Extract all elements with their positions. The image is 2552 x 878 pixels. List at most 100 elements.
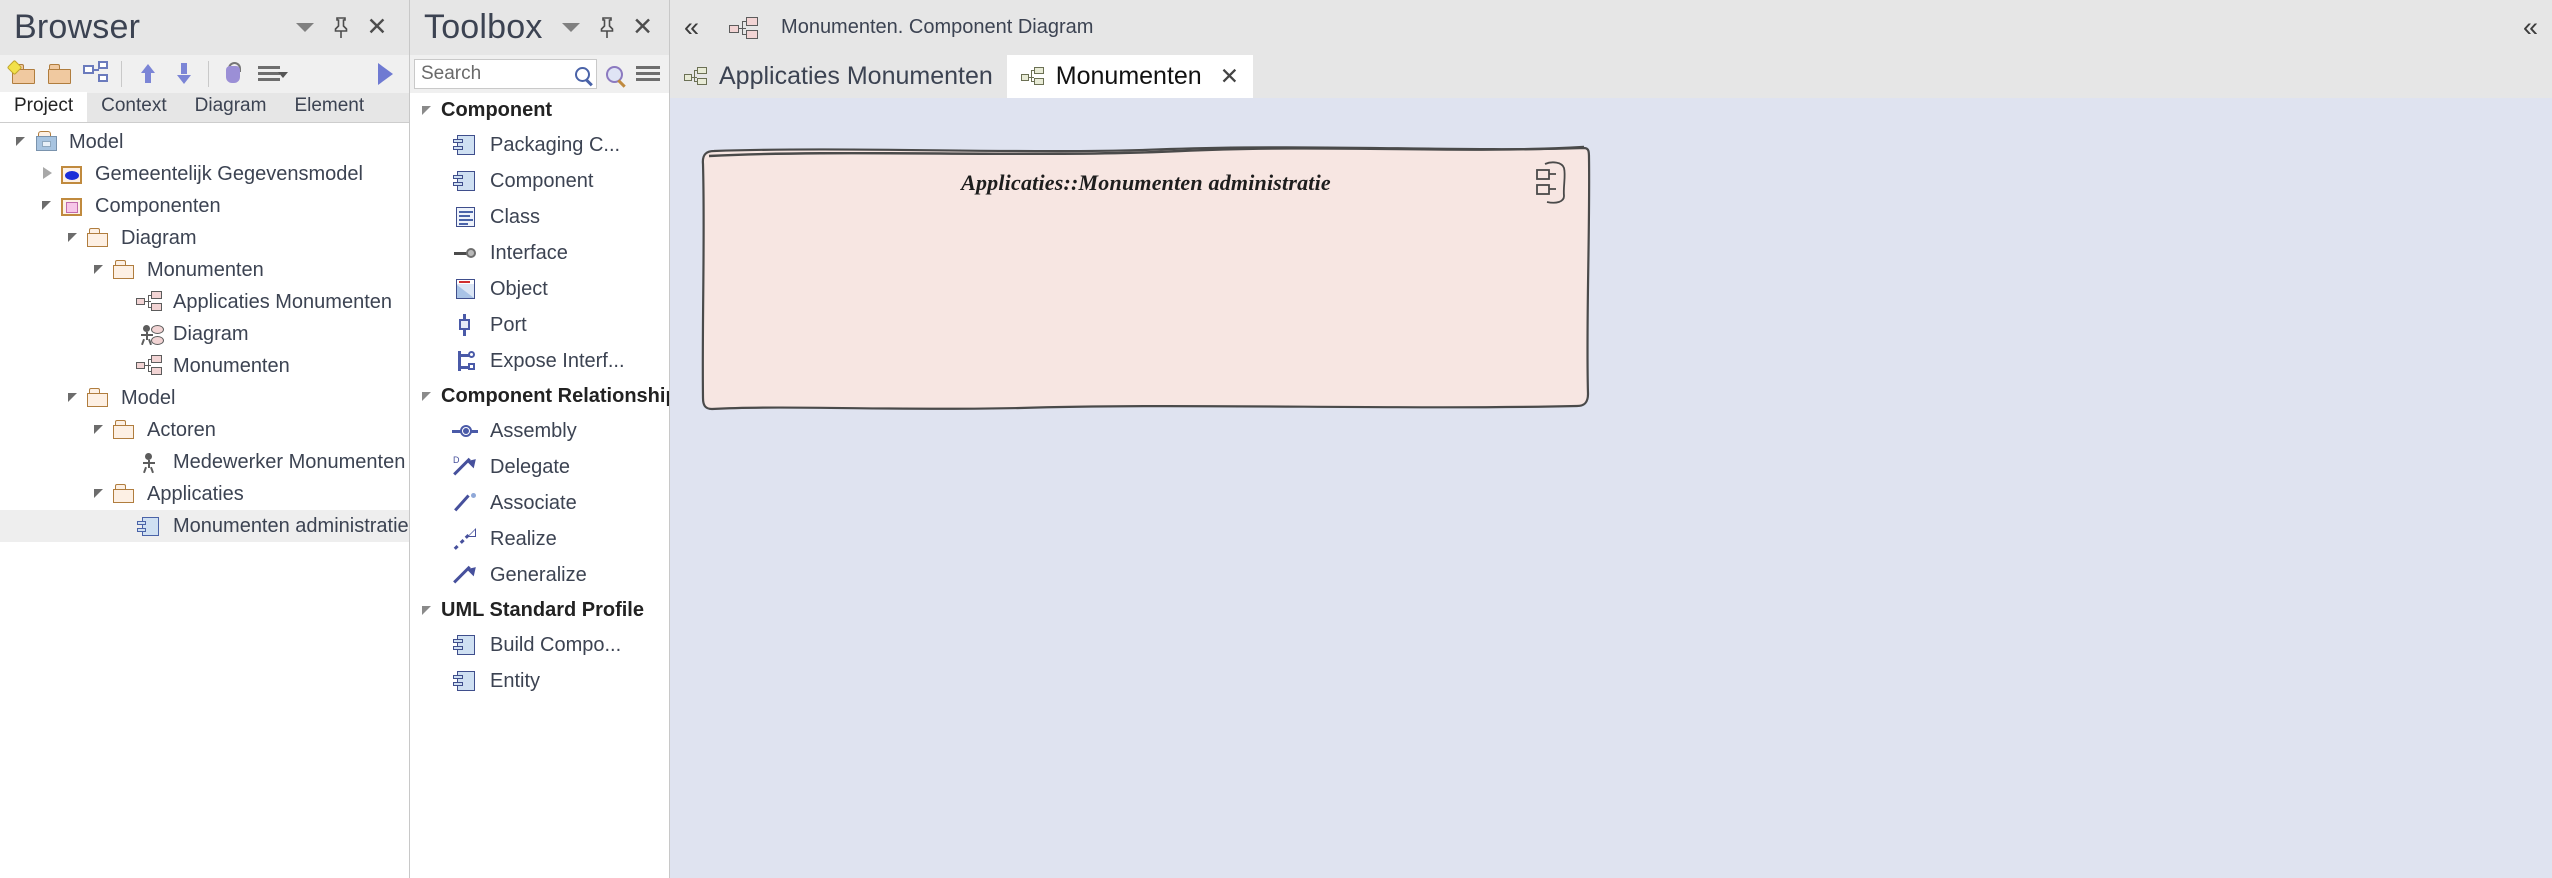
tree-item-diagram-folder[interactable]: Diagram bbox=[0, 222, 409, 254]
toolbox-item-class[interactable]: Class bbox=[410, 199, 669, 235]
toolbox-item-component[interactable]: Component bbox=[410, 163, 669, 199]
toolbox-item-label: Delegate bbox=[490, 456, 570, 479]
toolbox-item-delegate[interactable]: D Delegate bbox=[410, 449, 669, 485]
tree-item-gemeentelijk-gegevensmodel[interactable]: Gemeentelijk Gegevensmodel bbox=[0, 158, 409, 190]
toolbox-item-port[interactable]: Port bbox=[410, 307, 669, 343]
toolbox-item-realize[interactable]: Realize bbox=[410, 521, 669, 557]
move-down-icon[interactable] bbox=[168, 60, 198, 88]
toolbox-item-entity[interactable]: Entity bbox=[410, 663, 669, 699]
tree-item-label: Model bbox=[67, 131, 123, 154]
toolbox-item-packaging-component[interactable]: Packaging C... bbox=[410, 127, 669, 163]
diagram-canvas[interactable]: Applicaties::Monumenten administratie bbox=[670, 98, 2552, 878]
actor-head-shape bbox=[145, 453, 152, 460]
select-hand-icon[interactable] bbox=[219, 60, 249, 88]
tab-2 bbox=[453, 182, 463, 186]
tree-item-monumenten-administratie[interactable]: Monumenten administratie bbox=[0, 510, 409, 542]
menu-line-3 bbox=[258, 78, 280, 81]
open-folder-icon[interactable] bbox=[45, 60, 75, 88]
cd-link-4 bbox=[694, 81, 697, 82]
toolbox-menu-icon[interactable] bbox=[631, 59, 665, 89]
tree-item-model[interactable]: Model bbox=[0, 126, 409, 158]
browser-close-icon[interactable]: ✕ bbox=[359, 8, 395, 48]
inner-shape bbox=[42, 141, 51, 147]
move-up-icon[interactable] bbox=[132, 60, 162, 88]
tab-diagram[interactable]: Diagram bbox=[181, 92, 281, 122]
toolbox-item-associate[interactable]: Associate bbox=[410, 485, 669, 521]
cd-top-box bbox=[697, 67, 707, 74]
twisty-toggle[interactable] bbox=[12, 126, 32, 158]
play-triangle-shape bbox=[378, 63, 393, 85]
tab-2 bbox=[453, 146, 463, 150]
twisty-toggle[interactable] bbox=[90, 414, 110, 446]
toolbox-item-interface[interactable]: Interface bbox=[410, 235, 669, 271]
browser-pin-icon[interactable] bbox=[323, 8, 359, 48]
twisty-toggle[interactable] bbox=[38, 190, 58, 222]
hand-shape bbox=[226, 66, 240, 83]
chevron-expanded-icon bbox=[16, 137, 25, 146]
menu-lines-icon[interactable] bbox=[255, 60, 285, 88]
cd-bottom-box bbox=[697, 78, 707, 85]
tree-item-componenten[interactable]: Componenten bbox=[0, 190, 409, 222]
browser-dropdown-icon[interactable] bbox=[287, 8, 323, 48]
body-shape bbox=[457, 635, 475, 655]
toolbox-group-component-relationships[interactable]: Component Relationships bbox=[410, 379, 669, 413]
toolbox-dropdown-icon[interactable] bbox=[553, 8, 589, 48]
build-component-icon bbox=[452, 633, 478, 657]
tab-2 bbox=[453, 646, 463, 650]
tab-element[interactable]: Element bbox=[280, 92, 378, 122]
twisty-toggle[interactable] bbox=[64, 382, 84, 414]
toolbox-item-label: Entity bbox=[490, 670, 540, 693]
tab-project[interactable]: Project bbox=[0, 92, 87, 122]
toolbox-group-component[interactable]: Component bbox=[410, 93, 669, 127]
run-icon[interactable] bbox=[370, 60, 400, 88]
toolbox-item-assembly[interactable]: Assembly bbox=[410, 413, 669, 449]
tree-item-monumenten-diagram[interactable]: Monumenten bbox=[0, 350, 409, 382]
toolbox-item-label: Expose Interf... bbox=[490, 350, 625, 373]
stem-bottom bbox=[463, 330, 466, 336]
tree-item-actoren[interactable]: Actoren bbox=[0, 414, 409, 446]
toolbox-close-icon[interactable]: ✕ bbox=[625, 8, 661, 48]
twisty-toggle[interactable] bbox=[90, 254, 110, 286]
tab-monumenten[interactable]: Monumenten ✕ bbox=[1007, 55, 1253, 98]
tree-item-medewerker-monumenten[interactable]: Medewerker Monumenten bbox=[0, 446, 409, 478]
hier-link bbox=[94, 69, 99, 71]
toolbox-panel: Toolbox ✕ Search bbox=[410, 0, 670, 878]
close-glyph-icon: ✕ bbox=[632, 15, 653, 40]
toolbox-item-build-component[interactable]: Build Compo... bbox=[410, 627, 669, 663]
component-diagram-icon bbox=[729, 15, 759, 41]
collapse-right-icon[interactable]: « bbox=[2523, 14, 2538, 41]
search-input[interactable]: Search bbox=[414, 59, 597, 89]
toolbox-pin-icon[interactable] bbox=[589, 8, 625, 48]
tree-item-monumenten-folder[interactable]: Monumenten bbox=[0, 254, 409, 286]
magnifier-icon bbox=[606, 66, 623, 83]
associate-icon bbox=[452, 491, 478, 515]
toolbox-item-object[interactable]: Object bbox=[410, 271, 669, 307]
tree-item-diagram-usecase[interactable]: Diagram bbox=[0, 318, 409, 350]
toolbox-item-label: Object bbox=[490, 278, 548, 301]
cd-bottom-box bbox=[151, 367, 162, 375]
tab-close-icon[interactable]: ✕ bbox=[1220, 63, 1239, 90]
twisty-toggle[interactable] bbox=[90, 478, 110, 510]
collapse-left-icon[interactable]: « bbox=[684, 14, 699, 41]
tab-applicaties-monumenten[interactable]: Applicaties Monumenten bbox=[670, 55, 1007, 98]
pin-glyph-icon bbox=[597, 17, 617, 39]
tree-item-applicaties[interactable]: Applicaties bbox=[0, 478, 409, 510]
new-package-icon[interactable] bbox=[9, 60, 39, 88]
browser-panel-header: Browser ✕ bbox=[0, 0, 409, 55]
line-2 bbox=[459, 215, 470, 217]
tree-item-model-folder[interactable]: Model bbox=[0, 382, 409, 414]
diagram-component-node[interactable]: Applicaties::Monumenten administratie bbox=[700, 142, 1592, 412]
twisty-toggle[interactable] bbox=[38, 158, 58, 190]
toolbox-group-uml-standard-profile[interactable]: UML Standard Profile bbox=[410, 593, 669, 627]
tree-item-applicaties-monumenten[interactable]: Applicaties Monumenten bbox=[0, 286, 409, 318]
dash-1 bbox=[454, 545, 459, 550]
twisty-toggle[interactable] bbox=[64, 222, 84, 254]
hierarchy-icon[interactable] bbox=[81, 60, 111, 88]
find-toolbox-item-icon[interactable] bbox=[597, 59, 631, 89]
chevron-expanded-icon bbox=[68, 233, 77, 242]
component-body-shape bbox=[142, 517, 159, 536]
tab-context[interactable]: Context bbox=[87, 92, 180, 122]
toolbox-item-expose-interface[interactable]: Expose Interf... bbox=[410, 343, 669, 379]
toolbox-item-generalize[interactable]: Generalize bbox=[410, 557, 669, 593]
accent-bar bbox=[459, 281, 470, 283]
